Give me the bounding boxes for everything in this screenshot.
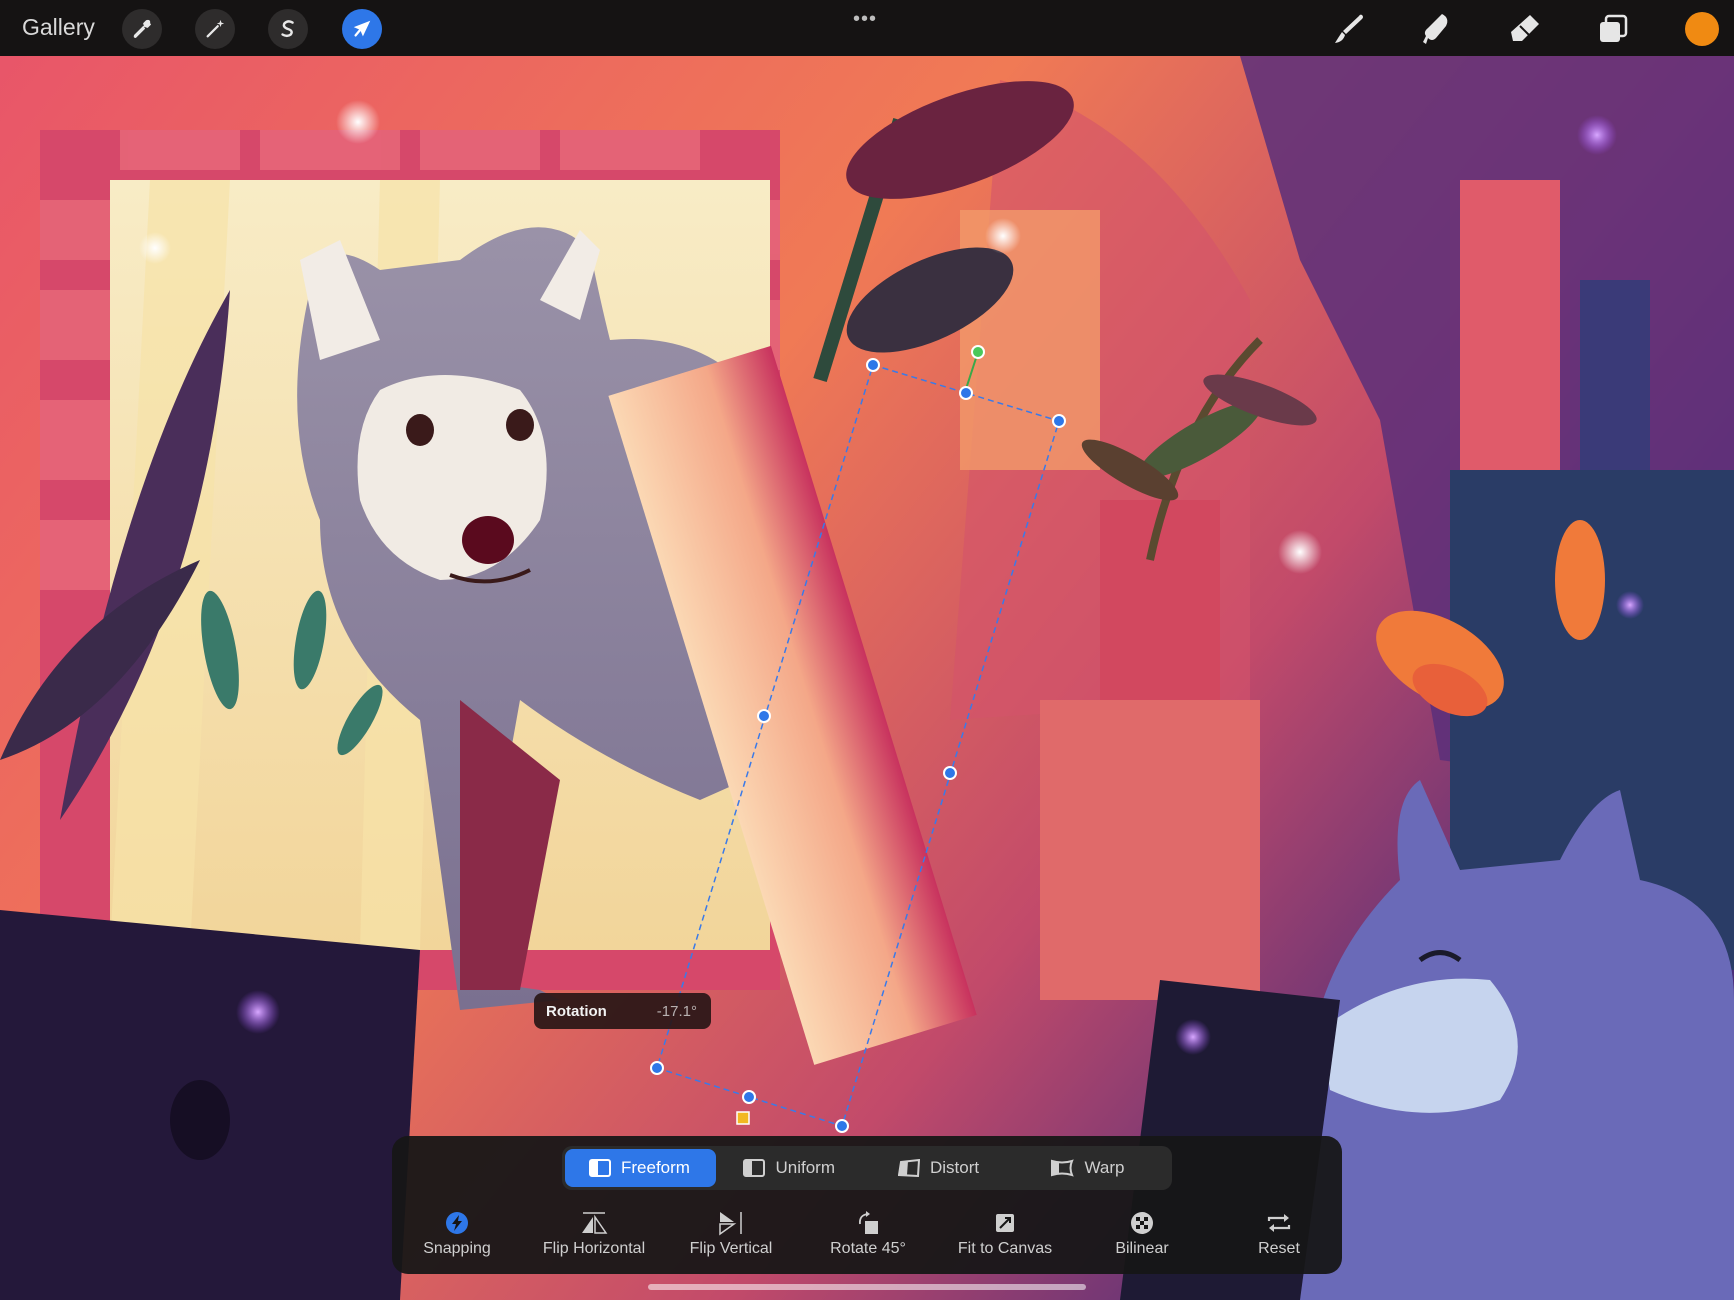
top-toolbar: Gallery ••• <box>0 0 1734 56</box>
brush-tool-button[interactable] <box>1328 8 1370 50</box>
transform-actions-row: Snapping Flip Horizontal Flip Vertical R… <box>392 1208 1342 1268</box>
action-label: Fit to Canvas <box>957 1240 1053 1257</box>
bilinear-icon <box>1131 1212 1153 1234</box>
mode-label: Warp <box>1084 1158 1125 1177</box>
rotation-label: Rotation <box>546 1002 607 1020</box>
brush-icon <box>1335 14 1363 43</box>
rotate-icon <box>859 1211 878 1234</box>
arrow-cursor-icon <box>353 20 371 37</box>
flip-vertical-icon <box>719 1212 742 1236</box>
rotate-45-button[interactable]: Rotate 45° <box>803 1208 933 1258</box>
fit-to-canvas-button[interactable]: Fit to Canvas <box>940 1208 1070 1258</box>
bilinear-button[interactable]: Bilinear <box>1077 1208 1207 1258</box>
flip-horizontal-button[interactable]: Flip Horizontal <box>529 1208 659 1258</box>
mode-warp-button[interactable]: Warp <box>1026 1149 1172 1187</box>
distort-icon <box>897 1159 920 1177</box>
lightning-icon <box>446 1212 468 1234</box>
warp-icon <box>1051 1159 1075 1177</box>
mode-label: Distort <box>929 1158 980 1177</box>
magic-wand-icon <box>206 19 225 38</box>
action-label: Reset <box>1258 1240 1300 1257</box>
transform-mode-segmented-control: Freeform Uniform Distort Warp <box>562 1146 1172 1190</box>
mode-label: Uniform <box>775 1158 835 1177</box>
mode-label: Freeform <box>621 1158 690 1177</box>
uniform-icon <box>743 1159 766 1177</box>
action-label: Rotate 45° <box>830 1240 906 1257</box>
gallery-button[interactable]: Gallery <box>22 14 95 41</box>
reset-button[interactable]: Reset <box>1214 1208 1344 1258</box>
wrench-icon <box>133 19 151 38</box>
adjustments-button[interactable] <box>195 9 235 49</box>
transform-panel: Freeform Uniform Distort Warp Snapping F… <box>392 1136 1342 1274</box>
flip-vertical-button[interactable]: Flip Vertical <box>666 1208 796 1258</box>
rotation-readout: Rotation -17.1° <box>534 993 711 1029</box>
color-picker-button[interactable] <box>1685 12 1719 46</box>
rotation-value: -17.1° <box>656 1002 697 1020</box>
mode-freeform-button[interactable]: Freeform <box>565 1149 717 1187</box>
actions-button[interactable] <box>122 9 162 49</box>
mode-uniform-button[interactable]: Uniform <box>719 1149 870 1187</box>
layers-icon <box>1600 14 1628 42</box>
artwork-canvas[interactable] <box>0 0 1734 1300</box>
eraser-icon <box>1511 15 1539 41</box>
freeform-icon <box>589 1159 611 1177</box>
flip-horizontal-icon <box>582 1212 608 1234</box>
selection-button[interactable] <box>268 9 308 49</box>
reset-icon <box>1267 1214 1291 1232</box>
mode-distort-button[interactable]: Distort <box>874 1149 1024 1187</box>
transform-button[interactable] <box>342 9 382 49</box>
home-indicator <box>648 1284 1086 1290</box>
action-label: Flip Horizontal <box>542 1240 646 1257</box>
fit-canvas-icon <box>996 1214 1014 1232</box>
action-label: Flip Vertical <box>689 1240 773 1257</box>
smudge-icon <box>1423 14 1448 44</box>
eraser-tool-button[interactable] <box>1504 8 1546 50</box>
more-menu-button[interactable]: ••• <box>853 8 877 31</box>
layers-button[interactable] <box>1592 8 1634 50</box>
action-label: Snapping <box>423 1240 491 1257</box>
smudge-tool-button[interactable] <box>1416 8 1458 50</box>
snapping-button[interactable]: Snapping <box>392 1208 522 1258</box>
selection-s-icon <box>281 20 294 38</box>
action-label: Bilinear <box>1115 1240 1169 1257</box>
